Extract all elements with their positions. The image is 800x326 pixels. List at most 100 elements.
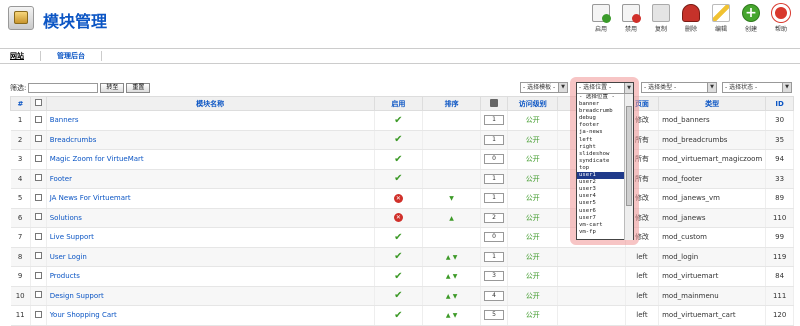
module-name-link[interactable]: Your Shopping Cart <box>50 311 117 319</box>
module-name-link[interactable]: Products <box>50 272 80 280</box>
position-option[interactable]: user6 <box>577 208 625 215</box>
reset-button[interactable]: 重置 <box>126 83 151 93</box>
access-level-link[interactable]: 公开 <box>526 194 540 202</box>
published-check-icon[interactable]: ✔ <box>394 134 402 145</box>
published-check-icon[interactable]: ✔ <box>394 115 402 126</box>
move-up-icon[interactable]: ▲ <box>446 254 451 261</box>
order-input[interactable]: 1 <box>484 173 505 184</box>
move-up-icon[interactable]: ▲ <box>449 215 454 222</box>
order-input[interactable]: 5 <box>484 310 505 321</box>
access-level-link[interactable]: 公开 <box>526 253 540 261</box>
tab-admin[interactable]: 管理后台 <box>57 51 85 61</box>
new-button[interactable]: + 创建 <box>740 4 762 33</box>
order-input[interactable]: 1 <box>484 193 505 204</box>
row-checkbox[interactable] <box>34 252 42 260</box>
access-level-link[interactable]: 公开 <box>526 214 540 222</box>
order-input[interactable]: 0 <box>484 154 505 165</box>
position-option[interactable]: debug <box>577 115 625 122</box>
position-option[interactable]: user1 <box>577 172 625 180</box>
move-down-icon[interactable]: ▼ <box>453 254 458 261</box>
position-option[interactable]: top <box>577 165 625 172</box>
edit-button[interactable]: 编辑 <box>710 4 732 33</box>
col-type[interactable]: 类型 <box>658 96 767 111</box>
access-level-link[interactable]: 公开 <box>526 272 540 280</box>
position-option[interactable]: - 选择位置 - <box>577 94 625 101</box>
access-level-link[interactable]: 公开 <box>526 292 540 300</box>
published-check-icon[interactable]: ✔ <box>394 154 402 165</box>
move-down-icon[interactable]: ▼ <box>453 273 458 280</box>
position-option[interactable]: vm-fp <box>577 229 625 236</box>
move-down-icon[interactable]: ▼ <box>449 195 454 202</box>
position-option[interactable]: user5 <box>577 200 625 207</box>
move-down-icon[interactable]: ▼ <box>453 293 458 300</box>
col-order[interactable]: 排序 <box>422 96 482 111</box>
access-level-link[interactable]: 公开 <box>526 311 540 319</box>
position-option[interactable]: footer <box>577 122 625 129</box>
module-name-link[interactable]: JA News For Virtuemart <box>50 194 131 202</box>
copy-button[interactable]: 复制 <box>650 4 672 33</box>
col-name[interactable]: 模块名称 <box>45 96 375 111</box>
type-select[interactable]: - 选择类型 - ▼ <box>641 82 717 93</box>
position-option[interactable]: syndicate <box>577 158 625 165</box>
published-check-icon[interactable]: ✔ <box>394 290 402 301</box>
row-checkbox[interactable] <box>34 135 42 143</box>
access-level-link[interactable]: 公开 <box>526 116 540 124</box>
order-input[interactable]: 1 <box>484 115 505 126</box>
col-id[interactable]: ID <box>765 96 794 111</box>
module-name-link[interactable]: Magic Zoom for VirtueMart <box>50 155 144 163</box>
position-option[interactable]: right <box>577 144 625 151</box>
module-name-link[interactable]: Banners <box>50 116 79 124</box>
published-check-icon[interactable]: ✔ <box>394 173 402 184</box>
position-option[interactable]: vm-cart <box>577 222 625 229</box>
move-down-icon[interactable]: ▼ <box>453 312 458 319</box>
module-name-link[interactable]: Solutions <box>50 214 82 222</box>
position-select-dropdown[interactable]: - 选择位置 - ▼ - 选择位置 - banner breadcrumb debug f… <box>576 82 634 240</box>
position-option[interactable]: user2 <box>577 179 625 186</box>
save-order-icon[interactable] <box>490 98 499 107</box>
access-level-link[interactable]: 公开 <box>526 233 540 241</box>
module-name-link[interactable]: Live Support <box>50 233 94 241</box>
access-level-link[interactable]: 公开 <box>526 155 540 163</box>
row-checkbox[interactable] <box>34 271 42 279</box>
row-checkbox[interactable] <box>34 291 42 299</box>
help-button[interactable]: 帮助 <box>770 4 792 33</box>
position-select[interactable]: - 选择位置 - ▼ <box>577 83 633 94</box>
col-access[interactable]: 访问级别 <box>507 96 559 111</box>
select-all-checkbox[interactable] <box>34 99 42 106</box>
move-up-icon[interactable]: ▲ <box>446 273 451 280</box>
published-check-icon[interactable]: ✔ <box>394 271 402 282</box>
order-input[interactable]: 1 <box>484 251 505 262</box>
dropdown-scrollbar[interactable] <box>624 94 633 240</box>
move-up-icon[interactable]: ▲ <box>446 293 451 300</box>
position-option[interactable]: ja-news <box>577 129 625 136</box>
row-checkbox[interactable] <box>34 193 42 201</box>
published-check-icon[interactable]: ✔ <box>394 232 402 243</box>
order-input[interactable]: 1 <box>484 134 505 145</box>
col-save-order[interactable] <box>480 96 509 111</box>
position-option[interactable]: banner <box>577 101 625 108</box>
row-checkbox[interactable] <box>34 154 42 162</box>
module-name-link[interactable]: Footer <box>50 175 72 183</box>
tab-site[interactable]: 网站 <box>10 51 24 61</box>
unpublished-x-icon[interactable]: ✕ <box>393 213 403 223</box>
module-name-link[interactable]: Breadcrumbs <box>50 136 97 144</box>
col-enabled[interactable]: 启用 <box>373 96 424 111</box>
col-select-all[interactable] <box>29 96 47 111</box>
position-option[interactable]: user3 <box>577 186 625 193</box>
order-input[interactable]: 0 <box>484 232 505 243</box>
position-option[interactable]: user7 <box>577 215 625 222</box>
published-check-icon[interactable]: ✔ <box>394 251 402 262</box>
published-check-icon[interactable]: ✔ <box>394 310 402 321</box>
position-option[interactable]: left <box>577 137 625 144</box>
module-name-link[interactable]: User Login <box>50 253 87 261</box>
position-option[interactable]: slideshow <box>577 151 625 158</box>
row-checkbox[interactable] <box>34 174 42 182</box>
position-options-list[interactable]: - 选择位置 - banner breadcrumb debug footer ja-ne… <box>577 94 625 240</box>
module-name-link[interactable]: Design Support <box>50 292 104 300</box>
row-checkbox[interactable] <box>34 213 42 221</box>
order-input[interactable]: 2 <box>484 212 505 223</box>
move-up-icon[interactable]: ▲ <box>446 312 451 319</box>
unpublish-button[interactable]: 禁用 <box>620 4 642 33</box>
order-input[interactable]: 4 <box>484 290 505 301</box>
access-level-link[interactable]: 公开 <box>526 175 540 183</box>
